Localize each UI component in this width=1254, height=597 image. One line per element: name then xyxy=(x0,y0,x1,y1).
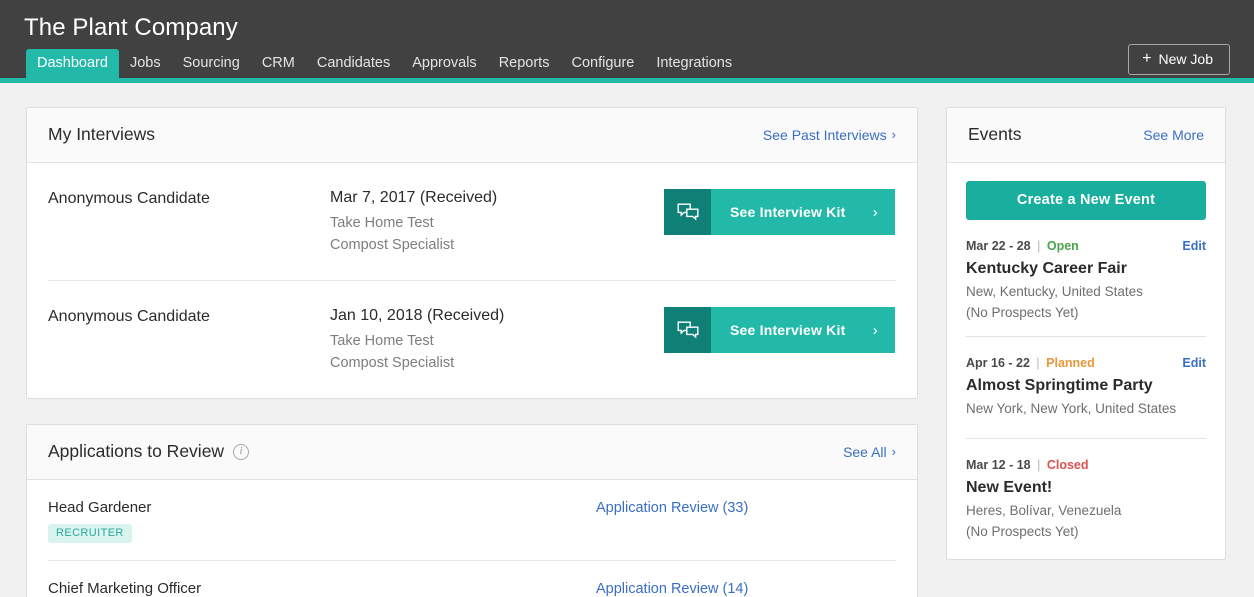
main-column: My Interviews See Past Interviews › Anon… xyxy=(26,107,918,597)
main-navigation: Dashboard Jobs Sourcing CRM Candidates A… xyxy=(26,49,743,78)
nav-item-candidates[interactable]: Candidates xyxy=(306,49,401,78)
nav-item-approvals[interactable]: Approvals xyxy=(401,49,487,78)
event-status: Planned xyxy=(1046,356,1095,370)
events-card: Events See More Create a New Event Mar 2… xyxy=(946,107,1226,560)
interview-row: Anonymous Candidate Jan 10, 2018 (Receiv… xyxy=(48,280,896,398)
chevron-right-icon: › xyxy=(872,321,878,339)
nav-item-crm[interactable]: CRM xyxy=(251,49,306,78)
event-item: Apr 16 - 22 | Planned Edit Almost Spring… xyxy=(966,336,1206,438)
event-name[interactable]: Almost Springtime Party xyxy=(966,377,1206,395)
event-date-status: Mar 22 - 28 | Open xyxy=(966,239,1079,253)
event-name[interactable]: New Event! xyxy=(966,479,1206,497)
info-circle-icon[interactable]: i xyxy=(233,443,250,460)
event-location: New, Kentucky, United States xyxy=(966,284,1143,299)
event-prospects: (No Prospects Yet) xyxy=(966,305,1079,320)
event-edit-link[interactable]: Edit xyxy=(1182,356,1206,370)
event-separator: | xyxy=(1037,458,1041,472)
event-location: Heres, Bolívar, Venezuela xyxy=(966,503,1122,518)
application-job-title: Chief Marketing Officer xyxy=(48,580,202,597)
interview-date: Mar 7, 2017 (Received) xyxy=(330,189,498,206)
event-dates: Mar 12 - 18 xyxy=(966,458,1031,472)
applications-header: Applications to Review i See All › xyxy=(27,425,917,480)
speech-bubbles-icon xyxy=(664,307,711,353)
my-interviews-body: Anonymous Candidate Mar 7, 2017 (Receive… xyxy=(27,163,917,398)
event-name[interactable]: Kentucky Career Fair xyxy=(966,260,1206,278)
nav-item-configure[interactable]: Configure xyxy=(560,49,645,78)
see-more-events-link[interactable]: See More xyxy=(1143,127,1204,143)
brand-title: The Plant Company xyxy=(24,14,238,41)
event-separator: | xyxy=(1037,239,1041,253)
event-status: Open xyxy=(1046,239,1079,253)
nav-item-integrations[interactable]: Integrations xyxy=(645,49,743,78)
applications-title: Applications to Review xyxy=(48,441,225,461)
event-status: Closed xyxy=(1046,458,1089,472)
speech-bubbles-icon xyxy=(664,189,711,235)
see-past-interviews-label: See Past Interviews xyxy=(762,126,887,143)
event-meta: Mar 22 - 28 | Open Edit xyxy=(966,239,1206,253)
events-header: Events See More xyxy=(947,108,1225,163)
event-item: Mar 22 - 28 | Open Edit Kentucky Career … xyxy=(966,220,1206,336)
interview-stage: Take Home Test xyxy=(330,215,434,231)
my-interviews-card: My Interviews See Past Interviews › Anon… xyxy=(26,107,918,399)
candidate-name: Anonymous Candidate xyxy=(48,190,210,207)
interview-date: Jan 10, 2018 (Received) xyxy=(330,307,505,324)
interview-stage: Take Home Test xyxy=(330,333,434,349)
new-job-label: New Job xyxy=(1158,51,1213,67)
application-job-title: Head Gardener xyxy=(48,499,152,516)
application-review-link[interactable]: Application Review (33) xyxy=(596,499,896,516)
application-review-link[interactable]: Application Review (14) xyxy=(596,580,896,597)
applications-body: Head Gardener RECRUITER Application Revi… xyxy=(27,480,917,597)
page-content: My Interviews See Past Interviews › Anon… xyxy=(0,83,1254,597)
see-all-label: See All xyxy=(843,443,887,460)
see-interview-kit-label-wrap: See Interview Kit › xyxy=(711,307,895,353)
event-dates: Apr 16 - 22 xyxy=(966,356,1030,370)
event-dates: Mar 22 - 28 xyxy=(966,239,1031,253)
events-title: Events xyxy=(968,124,1022,144)
my-interviews-title: My Interviews xyxy=(48,124,155,144)
my-interviews-header: My Interviews See Past Interviews › xyxy=(27,108,917,163)
applications-title-wrap: Applications to Review i xyxy=(48,441,250,462)
candidate-name: Anonymous Candidate xyxy=(48,308,210,325)
interview-job: Compost Specialist xyxy=(330,355,455,371)
interview-job: Compost Specialist xyxy=(330,237,455,253)
application-job-info: Chief Marketing Officer xyxy=(48,580,596,597)
event-location: New York, New York, United States xyxy=(966,401,1177,416)
event-meta: Mar 12 - 18 | Closed xyxy=(966,458,1206,472)
events-body: Create a New Event Mar 22 - 28 | Open Ed… xyxy=(947,163,1225,559)
see-interview-kit-label: See Interview Kit xyxy=(730,204,846,220)
see-interview-kit-button[interactable]: See Interview Kit › xyxy=(664,189,895,235)
see-all-applications-link[interactable]: See All › xyxy=(843,444,896,460)
see-past-interviews-link[interactable]: See Past Interviews › xyxy=(763,127,896,143)
see-interview-kit-button[interactable]: See Interview Kit › xyxy=(664,307,895,353)
nav-item-sourcing[interactable]: Sourcing xyxy=(172,49,251,78)
chevron-right-icon: › xyxy=(872,203,878,221)
plus-icon: + xyxy=(1142,50,1152,67)
new-job-button[interactable]: + New Job xyxy=(1128,44,1230,75)
application-row: Chief Marketing Officer Application Revi… xyxy=(48,560,896,597)
interview-row: Anonymous Candidate Mar 7, 2017 (Receive… xyxy=(48,163,896,280)
event-date-status: Mar 12 - 18 | Closed xyxy=(966,458,1089,472)
app-header: The Plant Company Dashboard Jobs Sourcin… xyxy=(0,0,1254,83)
interview-details: Jan 10, 2018 (Received) Take Home Test C… xyxy=(330,307,664,374)
applications-to-review-card: Applications to Review i See All › Head … xyxy=(26,424,918,597)
nav-item-reports[interactable]: Reports xyxy=(488,49,561,78)
side-column: Events See More Create a New Event Mar 2… xyxy=(946,107,1226,560)
event-meta: Apr 16 - 22 | Planned Edit xyxy=(966,356,1206,370)
event-edit-link[interactable]: Edit xyxy=(1182,239,1206,253)
event-prospects: (No Prospects Yet) xyxy=(966,524,1079,539)
interview-details: Mar 7, 2017 (Received) Take Home Test Co… xyxy=(330,189,664,256)
application-row: Head Gardener RECRUITER Application Revi… xyxy=(48,480,896,560)
see-interview-kit-label: See Interview Kit xyxy=(730,322,846,338)
nav-item-dashboard[interactable]: Dashboard xyxy=(26,49,119,78)
application-job-info: Head Gardener RECRUITER xyxy=(48,499,596,543)
see-interview-kit-label-wrap: See Interview Kit › xyxy=(711,189,895,235)
event-item: Mar 12 - 18 | Closed New Event! Heres, B… xyxy=(966,438,1206,555)
event-separator: | xyxy=(1036,356,1040,370)
chevron-right-icon: › xyxy=(891,444,896,459)
role-badge: RECRUITER xyxy=(48,524,132,543)
create-new-event-button[interactable]: Create a New Event xyxy=(966,181,1206,220)
nav-item-jobs[interactable]: Jobs xyxy=(119,49,172,78)
event-date-status: Apr 16 - 22 | Planned xyxy=(966,356,1095,370)
chevron-right-icon: › xyxy=(891,127,896,142)
